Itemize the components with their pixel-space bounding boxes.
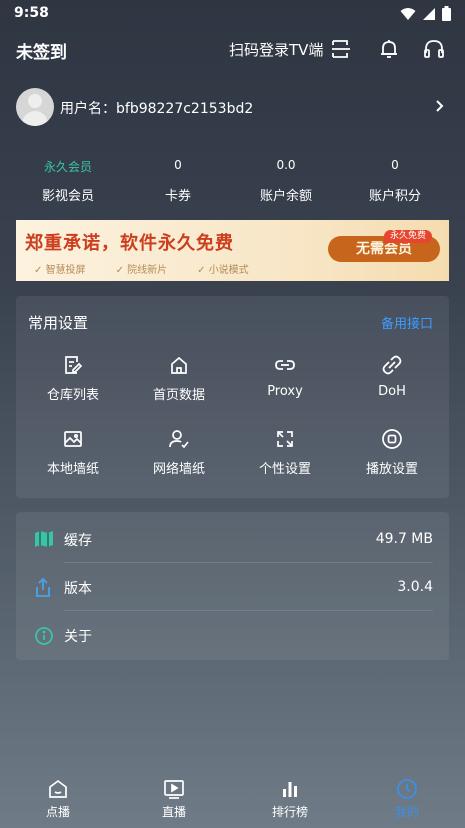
map-icon xyxy=(35,531,53,547)
cache-row[interactable]: 缓存 49.7 MB xyxy=(16,515,449,563)
stat-coupons-label: 卡券 xyxy=(164,189,191,204)
expand-icon xyxy=(277,431,293,447)
chevron-right-icon[interactable] xyxy=(435,99,445,113)
nav-live-label: 直播 xyxy=(161,805,186,819)
nav-mine[interactable]: 我的 xyxy=(349,772,465,820)
warehouse-list-button[interactable]: 仓库列表 xyxy=(19,354,127,403)
stat-coupons[interactable]: 0 卡券 xyxy=(123,158,233,204)
about-label: 关于 xyxy=(64,629,92,645)
top-header: 未签到 扫码登录TV端 xyxy=(0,28,465,70)
stat-points[interactable]: 0 账户积分 xyxy=(340,158,450,204)
username-label: 用户名：bfb98227c2153bd2 xyxy=(60,101,254,117)
stat-vip-value: 永久会员 xyxy=(43,160,92,174)
common-settings-panel: 常用设置 备用接口 仓库列表 首页数据 Proxy DoH 本地墙纸 网络墙纸 … xyxy=(16,296,449,498)
nav-vod-label: 点播 xyxy=(45,805,70,819)
promo-banner[interactable]: 郑重承诺，软件永久免费 ✓ 智慧投屏 ✓ 院线新片 ✓ 小说模式 无需会员 永久… xyxy=(16,220,449,281)
version-label: 版本 xyxy=(64,581,92,597)
version-value: 3.0.4 xyxy=(397,579,433,595)
network-wallpaper-button[interactable]: 网络墙纸 xyxy=(125,428,233,477)
version-row[interactable]: 版本 3.0.4 xyxy=(16,563,449,611)
avatar[interactable] xyxy=(16,88,54,126)
nav-ranking[interactable]: 排行榜 xyxy=(232,772,348,820)
backup-api-link[interactable]: 备用接口 xyxy=(381,313,433,332)
personal-settings-button[interactable]: 个性设置 xyxy=(231,428,339,477)
playback-settings-button[interactable]: 播放设置 xyxy=(338,428,446,477)
tv-play-icon xyxy=(164,780,184,799)
nav-vod[interactable]: 点播 xyxy=(0,772,116,820)
battery-icon xyxy=(442,6,451,21)
link-icon xyxy=(275,360,295,370)
common-settings-title: 常用设置 xyxy=(28,314,89,332)
stat-vip-label: 影视会员 xyxy=(41,189,94,204)
home-smile-icon xyxy=(49,779,67,798)
chain-icon xyxy=(382,355,402,375)
image-icon xyxy=(64,431,82,447)
signal-icon xyxy=(423,7,435,20)
bell-icon[interactable] xyxy=(377,37,401,61)
status-time: 9:58 xyxy=(14,5,49,21)
stat-vip[interactable]: 永久会员 影视会员 xyxy=(13,158,123,204)
stat-balance[interactable]: 0.0 账户余额 xyxy=(231,158,341,204)
file-edit-icon xyxy=(65,356,83,374)
nav-live[interactable]: 直播 xyxy=(116,772,232,820)
banner-feature: ✓ 小说模式 xyxy=(197,265,249,276)
cache-label: 缓存 xyxy=(64,533,92,549)
share-icon xyxy=(36,578,50,597)
banner-features: ✓ 智慧投屏 ✓ 院线新片 ✓ 小说模式 xyxy=(34,261,249,276)
about-row[interactable]: 关于 xyxy=(16,611,449,659)
play-circle-icon xyxy=(382,429,402,449)
status-bar: 9:58 xyxy=(0,0,465,28)
nav-mine-label: 我的 xyxy=(394,805,419,819)
info-circle-icon xyxy=(35,627,53,645)
bar-chart-icon xyxy=(283,782,297,797)
home-icon xyxy=(171,356,187,374)
banner-feature: ✓ 院线新片 xyxy=(115,265,168,276)
nav-ranking-label: 排行榜 xyxy=(271,805,308,819)
user-check-icon xyxy=(169,430,189,449)
wifi-icon xyxy=(400,7,416,20)
banner-headline: 郑重承诺，软件永久免费 xyxy=(25,233,234,254)
home-data-button[interactable]: 首页数据 xyxy=(125,354,233,403)
doh-button[interactable]: DoH xyxy=(338,354,446,399)
stat-points-label: 账户积分 xyxy=(368,189,421,204)
stat-balance-value: 0.0 xyxy=(276,158,296,172)
banner-tag: 永久免费 xyxy=(384,230,433,243)
clock-icon xyxy=(397,779,417,799)
cache-value: 49.7 MB xyxy=(375,531,433,547)
sign-in-status[interactable]: 未签到 xyxy=(16,38,67,63)
headset-icon[interactable] xyxy=(422,37,446,61)
scan-login-tv-button[interactable]: 扫码登录TV端 xyxy=(229,39,323,60)
local-wallpaper-button[interactable]: 本地墙纸 xyxy=(19,428,127,477)
stat-coupons-value: 0 xyxy=(174,158,182,172)
stat-balance-label: 账户余额 xyxy=(259,189,312,204)
scan-icon[interactable] xyxy=(329,37,353,61)
proxy-button[interactable]: Proxy xyxy=(231,354,339,399)
user-profile-row[interactable]: 用户名：bfb98227c2153bd2 xyxy=(0,82,465,132)
stat-points-value: 0 xyxy=(391,158,399,172)
bottom-nav: 点播 直播 排行榜 我的 xyxy=(0,772,465,828)
info-panel: 缓存 49.7 MB 版本 3.0.4 关于 xyxy=(16,512,449,660)
banner-feature: ✓ 智慧投屏 xyxy=(34,265,86,276)
